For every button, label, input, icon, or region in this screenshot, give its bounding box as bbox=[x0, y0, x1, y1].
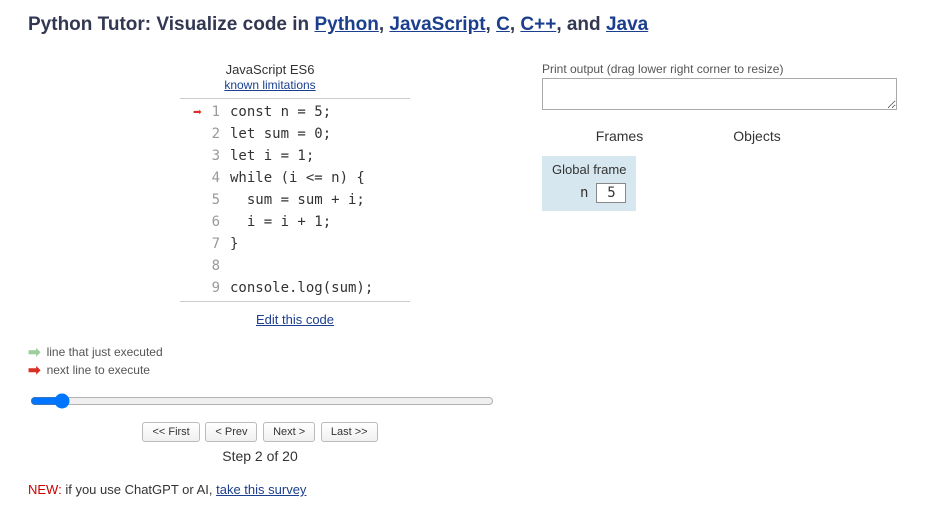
lang-link-javascript[interactable]: JavaScript bbox=[389, 14, 485, 35]
prev-button[interactable]: < Prev bbox=[205, 422, 257, 442]
edit-code-link[interactable]: Edit this code bbox=[256, 312, 334, 327]
line-number: 2 bbox=[202, 126, 220, 142]
line-number: 9 bbox=[202, 280, 220, 296]
frames-header: Frames Objects bbox=[542, 128, 938, 144]
next-button[interactable]: Next > bbox=[263, 422, 315, 442]
print-output-label: Print output (drag lower right corner to… bbox=[542, 62, 938, 76]
survey-link[interactable]: take this survey bbox=[216, 482, 306, 497]
lang-link-java[interactable]: Java bbox=[606, 14, 648, 35]
code-line: 9 console.log(sum); bbox=[180, 277, 410, 299]
known-limitations-link[interactable]: known limitations bbox=[224, 78, 315, 92]
variable-name: n bbox=[580, 185, 588, 201]
lang-link-cpp[interactable]: C++ bbox=[520, 14, 556, 35]
code-text: const n = 5; bbox=[230, 104, 331, 120]
code-line: 2 let sum = 0; bbox=[180, 123, 410, 145]
global-frame: Global frame n5 bbox=[542, 156, 636, 211]
code-line: 3 let i = 1; bbox=[180, 145, 410, 167]
line-number: 8 bbox=[202, 258, 220, 274]
last-button[interactable]: Last >> bbox=[321, 422, 378, 442]
first-button[interactable]: << First bbox=[142, 422, 199, 442]
code-line: 5 sum = sum + i; bbox=[180, 189, 410, 211]
frames-column-header: Frames bbox=[542, 128, 697, 144]
new-label: NEW: bbox=[28, 482, 62, 497]
line-number: 3 bbox=[202, 148, 220, 164]
legend-next-to-execute: next line to execute bbox=[47, 363, 150, 377]
code-line: 8 bbox=[180, 255, 410, 277]
page-title: Python Tutor: Visualize code in Python, … bbox=[28, 14, 938, 36]
code-text: console.log(sum); bbox=[230, 280, 373, 296]
print-output-box[interactable] bbox=[542, 78, 897, 110]
nav-buttons: << First < Prev Next > Last >> bbox=[0, 422, 520, 442]
code-text: sum = sum + i; bbox=[230, 192, 365, 208]
arrow-right-red-icon: ➡ bbox=[193, 103, 202, 121]
title-prefix: Python Tutor: Visualize code in bbox=[28, 14, 314, 35]
lang-link-c[interactable]: C bbox=[496, 14, 510, 35]
language-name: JavaScript ES6 bbox=[180, 62, 360, 77]
step-slider[interactable] bbox=[30, 393, 494, 409]
arrow-right-green-icon: ➡ bbox=[28, 343, 41, 361]
code-text: let i = 1; bbox=[230, 148, 314, 164]
code-listing: ➡1 const n = 5; 2 let sum = 0; 3 let i = 1; 4w… bbox=[180, 98, 410, 302]
frame-variable-row: n5 bbox=[552, 183, 626, 203]
line-number: 1 bbox=[202, 104, 220, 120]
line-number: 6 bbox=[202, 214, 220, 230]
lang-link-python[interactable]: Python bbox=[314, 14, 378, 35]
line-number: 7 bbox=[202, 236, 220, 252]
line-number: 4 bbox=[202, 170, 220, 186]
step-status: Step 2 of 20 bbox=[0, 448, 520, 464]
legend-just-executed: line that just executed bbox=[47, 345, 163, 359]
arrow-right-red-icon: ➡ bbox=[28, 361, 41, 379]
variable-value: 5 bbox=[596, 183, 626, 203]
code-text: let sum = 0; bbox=[230, 126, 331, 142]
line-number: 5 bbox=[202, 192, 220, 208]
code-text: while (i <= n) { bbox=[230, 170, 365, 186]
code-line: ➡1 const n = 5; bbox=[180, 101, 410, 123]
code-text: } bbox=[230, 236, 238, 252]
objects-column-header: Objects bbox=[697, 128, 817, 144]
global-frame-title: Global frame bbox=[552, 162, 626, 177]
arrow-legend: ➡ line that just executed ➡ next line to… bbox=[28, 343, 520, 379]
code-line: 7} bbox=[180, 233, 410, 255]
new-text: if you use ChatGPT or AI, bbox=[62, 482, 216, 497]
code-line: 4 while (i <= n) { bbox=[180, 167, 410, 189]
code-line: 6 i = i + 1; bbox=[180, 211, 410, 233]
code-text: i = i + 1; bbox=[230, 214, 331, 230]
